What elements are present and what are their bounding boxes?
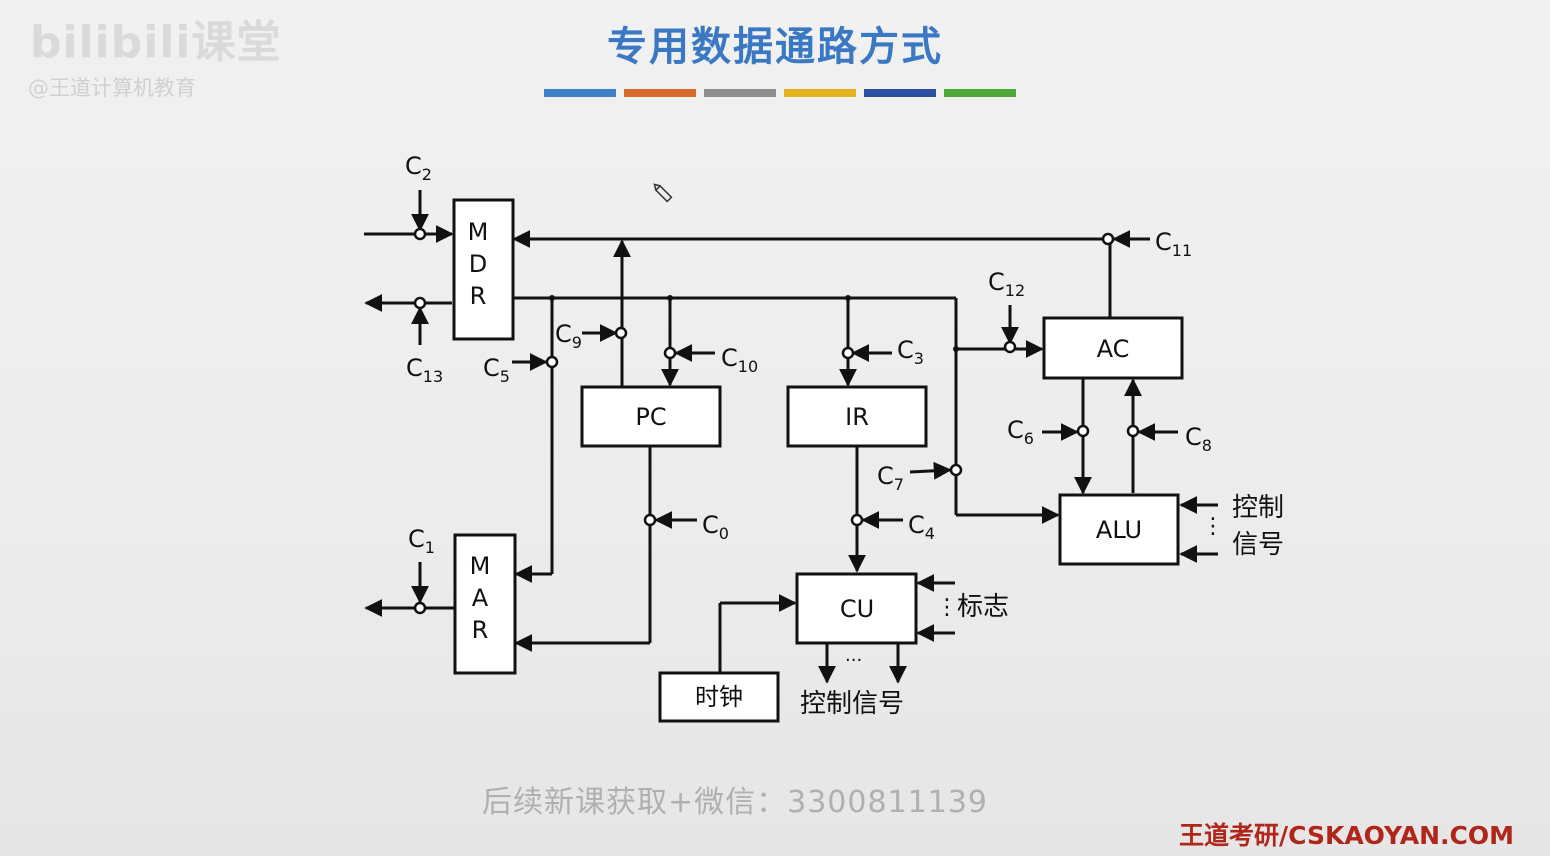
junction	[953, 346, 959, 352]
cu-out-ellipsis: ···	[845, 650, 862, 671]
pc-label: PC	[635, 403, 666, 431]
gate-c8	[1126, 424, 1140, 438]
label-c12: C12	[988, 268, 1025, 300]
junction	[845, 295, 851, 301]
label-c7: C7	[877, 462, 904, 494]
ir-block: IR	[786, 385, 928, 448]
mar-letter: M	[470, 552, 491, 580]
flags-label: 标志	[957, 592, 1009, 622]
gate-c4	[850, 513, 864, 527]
alu-label: ALU	[1096, 516, 1142, 544]
gate-c12	[1003, 340, 1017, 354]
brand-text: 王道考研/CSKAOYAN.COM	[1179, 821, 1514, 850]
gate-c5	[545, 355, 559, 369]
label-c10: C10	[721, 344, 758, 376]
label-c13: C13	[406, 354, 443, 386]
gate-c3	[841, 346, 855, 360]
label-c6: C6	[1007, 416, 1034, 448]
mar-block: M A R	[453, 533, 517, 675]
cu-label: CU	[840, 595, 874, 623]
mdr-block: M D R	[452, 198, 515, 341]
alu-ctrl-label-1: 控制	[1232, 493, 1284, 523]
gate-c2	[413, 227, 427, 241]
label-c2: C2	[405, 152, 432, 184]
label-c0: C0	[702, 511, 729, 543]
gate-c11	[1101, 232, 1115, 246]
ir-label: IR	[845, 403, 869, 431]
label-c8: C8	[1185, 423, 1212, 455]
junction	[667, 295, 673, 301]
mdr-letter: D	[469, 250, 487, 278]
cu-block: CU	[795, 572, 918, 645]
gate-c6	[1076, 424, 1090, 438]
clock-block: 时钟	[658, 671, 780, 723]
label-c1: C1	[408, 525, 435, 557]
mar-letter: R	[472, 616, 489, 644]
pencil-icon	[653, 183, 673, 203]
mdr-letter: R	[470, 282, 487, 310]
label-c4: C4	[908, 511, 935, 543]
wire-c7	[909, 461, 952, 480]
mdr-letter: M	[468, 218, 489, 246]
gate-c9	[614, 326, 628, 340]
gate-c13	[413, 296, 427, 310]
flags-ellipsis: ⋮	[936, 595, 958, 620]
alu-ctrl-ellipsis: ⋮	[1202, 514, 1224, 539]
ac-label: AC	[1097, 335, 1130, 363]
pc-block: PC	[580, 385, 722, 448]
label-c9: C9	[555, 320, 582, 352]
gate-c1	[413, 601, 427, 615]
label-c11: C11	[1155, 228, 1192, 260]
mar-letter: A	[472, 584, 489, 612]
gate-c10	[663, 346, 677, 360]
junction	[549, 295, 555, 301]
cu-out-label: 控制信号	[800, 689, 904, 719]
alu-ctrl-label-2: 信号	[1232, 530, 1284, 560]
ac-block: AC	[1042, 316, 1184, 380]
promo-text: 后续新课获取+微信：3300811139	[482, 785, 989, 820]
clock-label: 时钟	[695, 683, 743, 711]
gate-c7	[949, 463, 963, 477]
gates	[413, 227, 1140, 615]
datapath-diagram: M D R M A R PC IR AC ALU CU 时钟 C2 C13 C1…	[364, 152, 1284, 723]
alu-block: ALU	[1058, 493, 1180, 566]
label-c3: C3	[897, 336, 924, 368]
gate-c0	[643, 513, 657, 527]
label-c5: C5	[483, 354, 510, 386]
